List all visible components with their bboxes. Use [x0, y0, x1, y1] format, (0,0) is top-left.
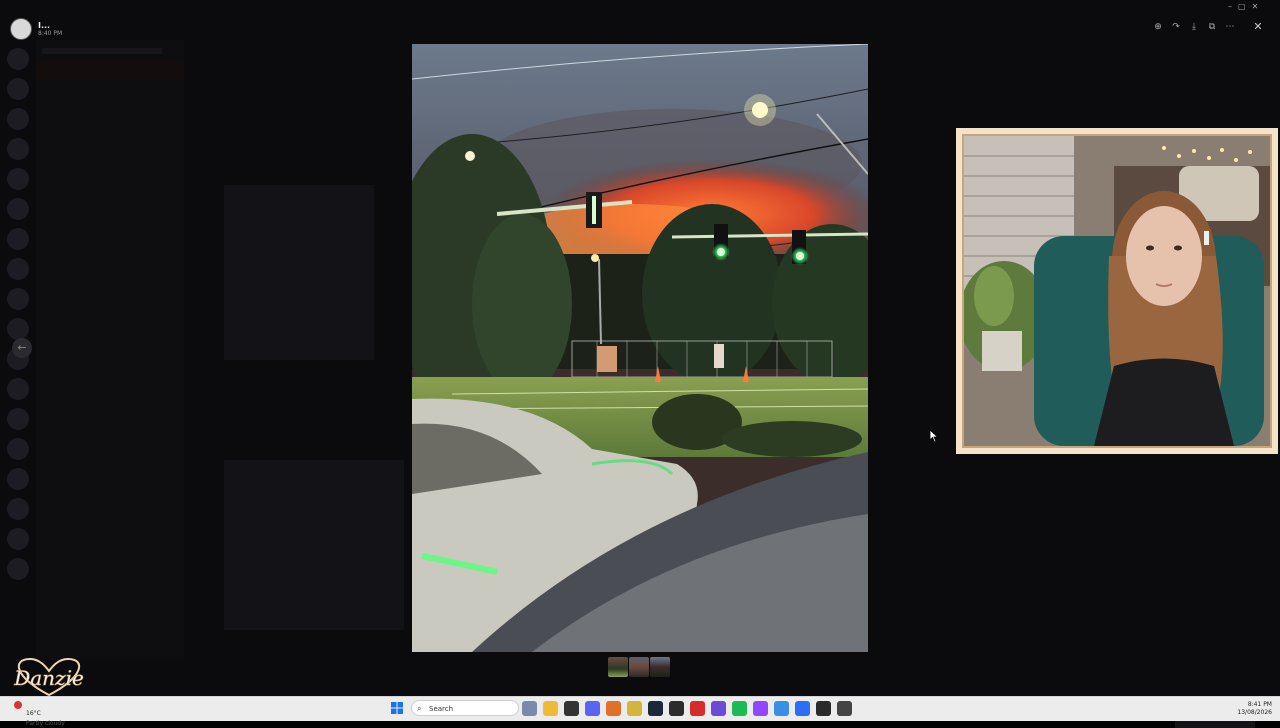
forward-icon[interactable]: ↷ [1168, 19, 1184, 35]
taskbar-search-input[interactable]: ⌕ Search [411, 700, 519, 716]
server-icon[interactable] [7, 258, 29, 280]
channel-item[interactable] [36, 113, 184, 130]
thumbnail[interactable] [608, 657, 628, 677]
media-app-icon[interactable] [669, 701, 684, 716]
channel-item[interactable] [36, 249, 184, 266]
window-controls[interactable]: – ▢ ✕ [1228, 2, 1258, 11]
record-app-icon[interactable] [690, 701, 705, 716]
server-icon[interactable] [7, 168, 29, 190]
server-icon[interactable] [7, 108, 29, 130]
server-icon[interactable] [7, 408, 29, 430]
channel-item[interactable] [36, 79, 184, 96]
notes-app-icon[interactable] [816, 701, 831, 716]
server-header[interactable] [42, 48, 162, 54]
channel-item[interactable] [36, 334, 184, 351]
channel-item[interactable] [36, 62, 184, 79]
server-icon[interactable] [7, 78, 29, 100]
download-icon[interactable]: ⤓ [1186, 19, 1202, 35]
server-icon[interactable] [7, 498, 29, 520]
grid-app-icon[interactable] [711, 701, 726, 716]
window-close-icon[interactable]: ✕ [1252, 2, 1259, 11]
more-icon[interactable]: ⋯ [1222, 19, 1238, 35]
image-thumbnails [608, 657, 670, 677]
channel-item[interactable] [36, 385, 184, 402]
viewer-timestamp: 8:40 PM [38, 30, 63, 37]
channel-item[interactable] [36, 300, 184, 317]
avatar[interactable] [10, 18, 32, 40]
viewer-username[interactable]: I... [38, 21, 62, 30]
spotify-app-icon[interactable] [732, 701, 747, 716]
server-icon[interactable] [7, 378, 29, 400]
maximize-icon[interactable]: ▢ [1238, 2, 1246, 11]
channel-category[interactable] [36, 130, 184, 147]
open-external-icon[interactable]: ⧉ [1204, 19, 1220, 35]
thumbnail[interactable] [650, 657, 670, 677]
channel-category[interactable] [36, 351, 184, 368]
start-icon[interactable] [391, 702, 403, 714]
steam-app-icon[interactable] [648, 701, 663, 716]
back-arrow-icon[interactable]: ← [12, 338, 32, 358]
terminal-app-icon[interactable] [564, 701, 579, 716]
server-icon[interactable] [7, 288, 29, 310]
zoom-icon[interactable]: ⊕ [1150, 19, 1166, 35]
webcam-overlay [956, 128, 1278, 454]
taskbar: 16°C Partly cloudy ⌕ Search 8:41 PM 13/0… [0, 696, 1280, 727]
minimize-icon[interactable]: – [1228, 2, 1232, 11]
extra-app-icon[interactable] [837, 701, 852, 716]
clock-time: 8:41 PM [1247, 701, 1272, 708]
channel-item[interactable] [36, 147, 184, 164]
firefox-app-icon[interactable] [606, 701, 621, 716]
server-icon[interactable] [7, 198, 29, 220]
taskbar-apps [522, 701, 852, 716]
discord-app-icon[interactable] [585, 701, 600, 716]
viewer-user-info: I... 8:40 PM [10, 18, 62, 40]
server-icon[interactable] [7, 558, 29, 580]
search-icon: ⌕ [417, 704, 422, 713]
widgets-app-icon[interactable] [522, 701, 537, 716]
game-app-icon[interactable] [627, 701, 642, 716]
server-icon[interactable] [7, 318, 29, 340]
channel-item[interactable] [36, 215, 184, 232]
chat-input[interactable] [1175, 720, 1255, 728]
channel-item[interactable] [36, 164, 184, 181]
channel-item[interactable] [36, 402, 184, 419]
server-icon[interactable] [7, 438, 29, 460]
channel-category[interactable] [36, 283, 184, 300]
channel-category[interactable] [36, 198, 184, 215]
streamer-logo: Danzie [4, 655, 94, 699]
message-image [224, 185, 374, 360]
webcam-feed [962, 134, 1272, 448]
server-icon[interactable] [7, 138, 29, 160]
channel-item[interactable] [36, 96, 184, 113]
channel-list [36, 40, 184, 660]
system-clock[interactable]: 8:41 PM 13/08/2026 [1232, 701, 1272, 717]
clock-date: 13/08/2026 [1237, 709, 1272, 716]
close-icon[interactable]: ✕ [1250, 19, 1266, 35]
message-image [224, 460, 404, 630]
window-app-icon[interactable] [774, 701, 789, 716]
viewed-image[interactable] [412, 44, 868, 652]
server-icon[interactable] [7, 528, 29, 550]
twitch-app-icon[interactable] [753, 701, 768, 716]
zoom-app-icon[interactable] [795, 701, 810, 716]
server-icon[interactable] [7, 468, 29, 490]
weather-condition: Partly cloudy [26, 720, 65, 727]
mouse-cursor-icon [929, 429, 939, 443]
logo-text: Danzie [13, 666, 84, 690]
search-placeholder: Search [429, 705, 454, 713]
weather-widget[interactable]: 16°C Partly cloudy [14, 700, 65, 727]
server-icon[interactable] [7, 48, 29, 70]
channel-item[interactable] [36, 232, 184, 249]
weather-alert-icon [14, 701, 22, 709]
weather-temperature: 16°C [26, 710, 41, 717]
channel-item[interactable] [36, 181, 184, 198]
channel-item[interactable] [36, 266, 184, 283]
viewer-toolbar: ⊕ ↷ ⤓ ⧉ ⋯ [1150, 19, 1238, 35]
server-icon[interactable] [7, 228, 29, 250]
file-manager-app-icon[interactable] [543, 701, 558, 716]
thumbnail[interactable] [629, 657, 649, 677]
channel-item[interactable] [36, 368, 184, 385]
channel-item[interactable] [36, 317, 184, 334]
